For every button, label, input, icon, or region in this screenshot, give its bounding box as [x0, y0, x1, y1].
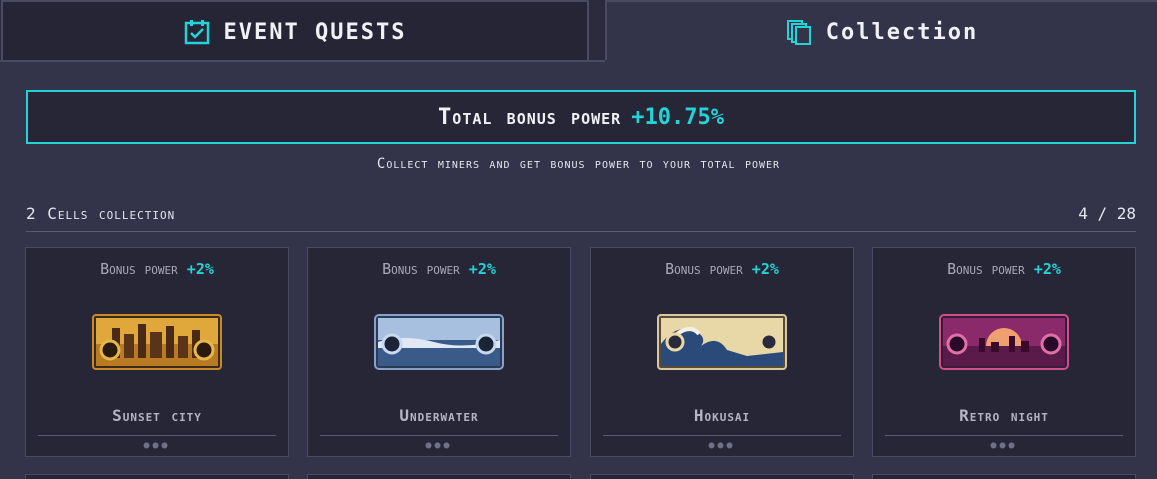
card-divider	[38, 435, 276, 436]
retro-night-miner-icon	[939, 314, 1069, 370]
panel-divider	[0, 60, 605, 62]
section-header: 2 Cells collection 4 / 28	[26, 200, 1136, 232]
card-bonus-value: +2%	[186, 260, 214, 278]
underwater-miner-icon	[374, 314, 504, 370]
card-divider	[320, 435, 558, 436]
more-icon[interactable]: ●●●	[26, 440, 288, 451]
card-bonus-value: +2%	[751, 260, 779, 278]
card-bonus-label: Bonus power	[100, 260, 178, 278]
tab-collection-label: Collection	[825, 19, 979, 45]
miner-card-peek	[590, 474, 854, 479]
section-title: 2 Cells collection	[26, 204, 176, 223]
more-icon[interactable]: ●●●	[873, 440, 1135, 451]
tab-bar: EVENT QUESTS Collection	[0, 0, 1157, 62]
card-name: Underwater	[399, 406, 479, 425]
miner-card-peek	[25, 474, 289, 479]
miner-card-peek	[872, 474, 1136, 479]
total-bonus-value: +10.75%	[631, 104, 724, 130]
card-bonus-label: Bonus power	[947, 260, 1025, 278]
tab-event-quests[interactable]: EVENT QUESTS	[1, 0, 589, 62]
total-bonus-label: Total bonus power	[438, 104, 622, 130]
cards-icon	[786, 20, 811, 45]
miner-card-hokusai[interactable]: Bonus power +2% Hokusai ●●●	[590, 247, 854, 457]
miner-card-underwater[interactable]: Bonus power +2% Underwater ●●●	[307, 247, 571, 457]
miner-card-peek	[307, 474, 571, 479]
card-name: Hokusai	[693, 406, 751, 425]
hokusai-miner-icon	[657, 314, 787, 370]
collection-subtitle: Collect miners and get bonus power to yo…	[376, 156, 781, 172]
card-bonus-label: Bonus power	[382, 260, 460, 278]
more-icon[interactable]: ●●●	[591, 440, 853, 451]
tab-event-quests-label: EVENT QUESTS	[223, 19, 407, 45]
card-bonus-value: +2%	[468, 260, 496, 278]
tab-collection[interactable]: Collection	[605, 0, 1157, 62]
card-divider	[885, 435, 1123, 436]
sunset-city-miner-icon	[92, 314, 222, 370]
card-bonus: Bonus power +2%	[591, 260, 853, 278]
card-name: Sunset city	[112, 406, 202, 425]
card-bonus: Bonus power +2%	[26, 260, 288, 278]
total-bonus-banner: Total bonus power +10.75%	[26, 90, 1136, 144]
miner-card-sunset-city[interactable]: Bonus power +2% Sunset city ●●●	[25, 247, 289, 457]
calendar-check-icon	[184, 20, 209, 45]
card-bonus: Bonus power +2%	[308, 260, 570, 278]
more-icon[interactable]: ●●●	[308, 440, 570, 451]
card-divider	[603, 435, 841, 436]
miner-card-retro-night[interactable]: Bonus power +2% Retro night ●●●	[872, 247, 1136, 457]
card-bonus: Bonus power +2%	[873, 260, 1135, 278]
card-name: Retro night	[959, 406, 1049, 425]
card-bonus-label: Bonus power	[665, 260, 743, 278]
section-count: 4 / 28	[1078, 204, 1136, 223]
card-bonus-value: +2%	[1033, 260, 1061, 278]
